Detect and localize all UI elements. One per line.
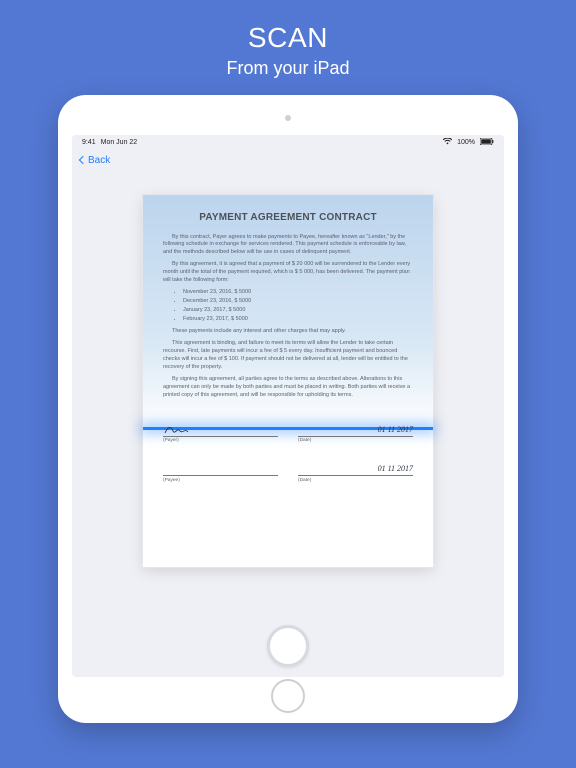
chevron-left-icon — [79, 156, 87, 164]
date-label-2: (Date) — [298, 478, 413, 485]
signature-row-2: (Payee) 01 11 2017 (Date) — [163, 463, 413, 484]
home-button[interactable] — [271, 679, 305, 713]
wifi-icon — [443, 138, 452, 147]
back-button[interactable]: Back — [80, 155, 110, 166]
hero-subtitle: From your iPad — [226, 58, 349, 79]
ipad-frame: 9:41 Mon Jun 22 100% Back PAYM — [58, 95, 518, 723]
doc-title: PAYMENT AGREEMENT CONTRACT — [163, 211, 413, 226]
screen: 9:41 Mon Jun 22 100% Back PAYM — [72, 135, 504, 677]
shutter-button[interactable] — [267, 625, 309, 667]
scan-canvas: PAYMENT AGREEMENT CONTRACT By this contr… — [72, 171, 504, 615]
doc-item: February 23, 2017, $ 5000 — [183, 316, 413, 324]
payer-signature — [163, 424, 278, 434]
doc-item: December 23, 2016, $ 5000 — [183, 298, 413, 306]
battery-label: 100% — [457, 139, 475, 146]
doc-p3: These payments include any interest and … — [163, 328, 413, 336]
payee-signature — [163, 463, 278, 473]
payer-label: (Payer) — [163, 438, 278, 445]
doc-p4: This agreement is binding, and failure t… — [163, 340, 413, 372]
statusbar: 9:41 Mon Jun 22 100% — [72, 135, 504, 149]
status-time: 9:41 — [82, 139, 96, 146]
doc-p2: By this agreement, it is agreed that a p… — [163, 261, 413, 285]
camera-dot — [285, 115, 291, 121]
hero-title: SCAN — [226, 22, 349, 54]
back-label: Back — [88, 155, 110, 166]
shutter-bar — [72, 615, 504, 677]
battery-icon — [480, 138, 494, 147]
signature-row-1: (Payer) 01 11 2017 (Date) — [163, 424, 413, 445]
doc-p1: By this contract, Payer agrees to make p… — [163, 234, 413, 258]
doc-p5: By signing this agreement, all parties a… — [163, 376, 413, 400]
payee-label: (Payee) — [163, 478, 278, 485]
payer-date: 01 11 2017 — [298, 424, 413, 434]
payee-date: 01 11 2017 — [298, 463, 413, 473]
status-date: Mon Jun 22 — [101, 139, 138, 146]
hero: SCAN From your iPad — [226, 0, 349, 95]
doc-list: November 23, 2016, $ 5000 December 23, 2… — [183, 289, 413, 324]
date-label: (Date) — [298, 438, 413, 445]
doc-item: November 23, 2016, $ 5000 — [183, 289, 413, 297]
doc-item: January 23, 2017, $ 5000 — [183, 307, 413, 315]
document: PAYMENT AGREEMENT CONTRACT By this contr… — [143, 195, 433, 567]
navbar: Back — [72, 149, 504, 171]
